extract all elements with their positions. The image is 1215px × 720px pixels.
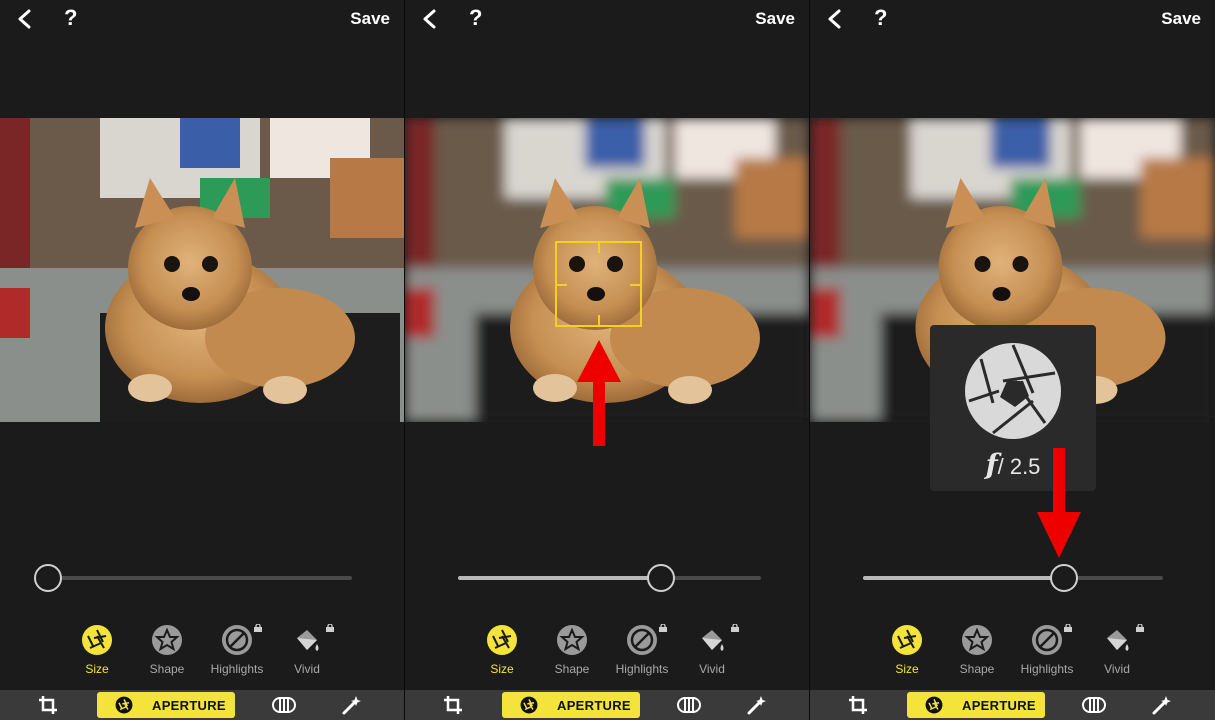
tool-size-label: Size: [895, 662, 919, 676]
aperture-mode-button[interactable]: APERTURE: [97, 692, 235, 718]
tool-shape-label: Shape: [554, 662, 590, 676]
tool-vivid-label: Vivid: [1104, 662, 1130, 676]
tool-size[interactable]: Size: [62, 624, 132, 676]
tool-size-label: Size: [490, 662, 514, 676]
dog-photo-image: [0, 118, 404, 422]
paint-bucket-icon: [297, 630, 319, 651]
mode-bar: APERTURE: [405, 690, 809, 720]
screen-3: ? Save f/ 2.5 Size Shape Highlights Vivi…: [810, 0, 1215, 720]
star-shape-icon: [152, 625, 182, 655]
aperture-icon: [892, 625, 922, 655]
red-up-arrow-annotation: [577, 340, 621, 446]
tool-size[interactable]: Size: [467, 624, 537, 676]
save-button[interactable]: Save: [1161, 9, 1201, 29]
tool-shape[interactable]: Shape: [132, 624, 202, 676]
aperture-mode-label: APERTURE: [152, 698, 226, 713]
blur-slider[interactable]: [34, 564, 352, 592]
screen-2: ? Save Size Shape Highlights Vivid APERT…: [405, 0, 809, 720]
crop-icon[interactable]: [443, 695, 463, 715]
slider-fill: [863, 576, 1064, 580]
f-stop-value: / 2.5: [997, 454, 1041, 479]
save-button[interactable]: Save: [350, 9, 390, 29]
lock-icon: [659, 624, 667, 632]
aperture-icon: [487, 625, 517, 655]
tool-highlights-label: Highlights: [1020, 662, 1074, 676]
save-button[interactable]: Save: [755, 9, 795, 29]
mode-bar: APERTURE: [0, 690, 404, 720]
star-shape-icon: [557, 625, 587, 655]
magic-wand-icon[interactable]: [342, 695, 362, 715]
tool-shape[interactable]: Shape: [537, 624, 607, 676]
tool-vivid-label: Vivid: [699, 662, 725, 676]
tool-row: Size Shape Highlights Vivid: [405, 624, 809, 684]
aperture-icon: [115, 696, 133, 714]
lock-icon: [731, 624, 739, 632]
paint-bucket-icon: [702, 630, 724, 651]
tool-shape[interactable]: Shape: [942, 624, 1012, 676]
lens-icon[interactable]: [677, 696, 701, 714]
tool-vivid[interactable]: Vivid: [272, 624, 342, 676]
highlights-icon: [627, 625, 657, 655]
focus-target-box[interactable]: [555, 241, 642, 327]
star-shape-icon: [962, 625, 992, 655]
tool-vivid[interactable]: Vivid: [1082, 624, 1152, 676]
lock-icon: [254, 624, 262, 632]
tool-size-label: Size: [85, 662, 109, 676]
tool-size[interactable]: Size: [872, 624, 942, 676]
tool-highlights-label: Highlights: [615, 662, 669, 676]
blur-slider[interactable]: [458, 564, 761, 592]
lens-icon[interactable]: [1082, 696, 1106, 714]
magic-wand-icon[interactable]: [747, 695, 767, 715]
tool-highlights[interactable]: Highlights: [1012, 624, 1082, 676]
aperture-icon: [520, 696, 538, 714]
tool-highlights-label: Highlights: [210, 662, 264, 676]
aperture-mode-label: APERTURE: [962, 698, 1036, 713]
slider-knob[interactable]: [1050, 564, 1078, 592]
red-down-arrow-annotation: [1037, 448, 1081, 558]
tool-shape-label: Shape: [149, 662, 185, 676]
lens-icon[interactable]: [272, 696, 296, 714]
photo-preview[interactable]: [0, 118, 404, 422]
tool-vivid[interactable]: Vivid: [677, 624, 747, 676]
magic-wand-icon[interactable]: [1152, 695, 1172, 715]
tool-shape-label: Shape: [959, 662, 995, 676]
screen-1: ? Save Size Shape Highlights Vivid APERT…: [0, 0, 404, 720]
aperture-mode-label: APERTURE: [557, 698, 631, 713]
highlights-icon: [222, 625, 252, 655]
aperture-mode-button[interactable]: APERTURE: [502, 692, 640, 718]
help-button[interactable]: ?: [874, 5, 887, 31]
crop-icon[interactable]: [38, 695, 58, 715]
mode-bar: APERTURE: [810, 690, 1215, 720]
back-chevron-icon[interactable]: [419, 8, 441, 30]
f-symbol: f: [985, 448, 998, 481]
crop-icon[interactable]: [848, 695, 868, 715]
slider-knob[interactable]: [647, 564, 675, 592]
slider-fill: [458, 576, 661, 580]
aperture-shutter-icon: [965, 343, 1061, 439]
back-chevron-icon[interactable]: [824, 8, 846, 30]
help-button[interactable]: ?: [64, 5, 77, 31]
highlights-icon: [1032, 625, 1062, 655]
aperture-mode-button[interactable]: APERTURE: [907, 692, 1045, 718]
top-bar: ? Save: [405, 0, 809, 40]
lock-icon: [1136, 624, 1144, 632]
tool-vivid-label: Vivid: [294, 662, 320, 676]
tool-highlights[interactable]: Highlights: [607, 624, 677, 676]
lock-icon: [326, 624, 334, 632]
aperture-icon: [925, 696, 943, 714]
tool-row: Size Shape Highlights Vivid: [810, 624, 1215, 684]
slider-knob[interactable]: [34, 564, 62, 592]
tool-highlights[interactable]: Highlights: [202, 624, 272, 676]
help-button[interactable]: ?: [469, 5, 482, 31]
blur-slider[interactable]: [863, 564, 1163, 592]
lock-icon: [1064, 624, 1072, 632]
paint-bucket-icon: [1107, 630, 1129, 651]
back-chevron-icon[interactable]: [14, 8, 36, 30]
top-bar: ? Save: [810, 0, 1215, 40]
top-bar: ? Save: [0, 0, 404, 40]
tool-row: Size Shape Highlights Vivid: [0, 624, 404, 684]
aperture-icon: [82, 625, 112, 655]
